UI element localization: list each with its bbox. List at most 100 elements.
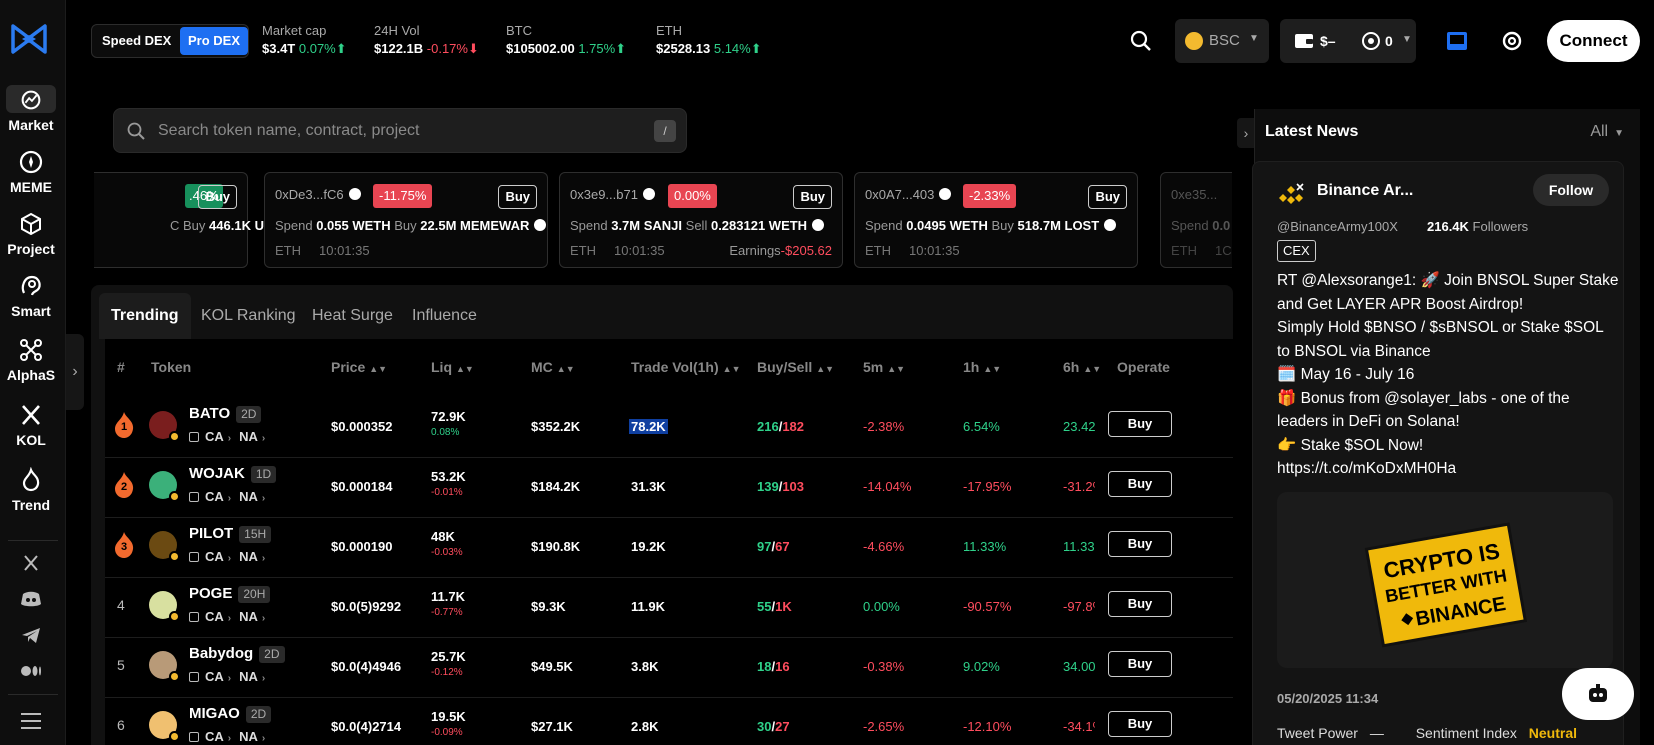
- rank-number: 2: [120, 481, 128, 493]
- sidebar-item-smart[interactable]: Smart: [0, 273, 62, 319]
- news-author[interactable]: Binance Ar...: [1317, 182, 1413, 200]
- table-row[interactable]: 1 BATO 2D CA › NA › $0.000352 72.9K 0.08% $35…: [105, 395, 1233, 458]
- ca-link[interactable]: CA: [205, 729, 224, 744]
- news-filter-dropdown[interactable]: All ▼: [1590, 123, 1624, 141]
- ticker-card[interactable]: 0xDe3...fC6 -11.75% Buy Spend 0.055 WETH…: [264, 172, 548, 268]
- search-input[interactable]: [158, 119, 618, 143]
- chain-selector[interactable]: BSC ▼: [1175, 19, 1269, 63]
- copy-icon[interactable]: [189, 432, 199, 442]
- table-row[interactable]: 6 MIGAO 2D CA › NA › $0.0(4)2714 19.5K -0.09%…: [105, 695, 1233, 745]
- sell-count: 182: [782, 419, 805, 434]
- chevron-right-icon: ›: [227, 553, 232, 564]
- wallet-dropdown[interactable]: $– 0 ▼: [1280, 19, 1416, 63]
- token-name[interactable]: BATO 2D: [189, 405, 262, 423]
- token-name[interactable]: Babydog 2D: [189, 645, 285, 663]
- ticker-trade: Spend 0.055 WETH Buy 22.5M MEMEWAR: [275, 218, 547, 233]
- col-buy-sell[interactable]: Buy/Sell ▲▼: [757, 359, 834, 375]
- ticker-card[interactable]: 0x0A7...403 -2.33% Buy Spend 0.0495 WETH…: [854, 172, 1138, 268]
- ticker-card[interactable]: .46% Buy C Buy 446.1K USDe: [94, 172, 307, 268]
- telegram-icon[interactable]: [18, 624, 44, 646]
- col-mc[interactable]: MC ▲▼: [531, 359, 575, 375]
- copy-icon[interactable]: [189, 732, 199, 742]
- copy-icon[interactable]: [189, 612, 199, 622]
- col-liq[interactable]: Liq ▲▼: [431, 359, 474, 375]
- tab-trending[interactable]: Trending: [99, 293, 191, 339]
- pro-dex-button[interactable]: Pro DEX: [180, 27, 248, 55]
- col-trade-vol[interactable]: Trade Vol(1h) ▲▼: [631, 359, 740, 375]
- ticker-card[interactable]: 0x3e9...b71 0.00% Buy Spend 3.7M SANJI S…: [559, 172, 843, 268]
- ca-link[interactable]: CA: [205, 429, 224, 444]
- table-row[interactable]: 3 PILOT 15H CA › NA › $0.000190 48K -0.03% $1…: [105, 515, 1233, 578]
- col-6h[interactable]: 6h ▲▼: [1063, 359, 1101, 375]
- sidebar-item-market[interactable]: Market: [0, 85, 62, 133]
- ca-link[interactable]: CA: [205, 669, 224, 684]
- row-buy-button[interactable]: Buy: [1108, 531, 1172, 557]
- na-link[interactable]: NA: [239, 669, 258, 684]
- news-collapse-button[interactable]: ›: [1237, 118, 1255, 148]
- col-price[interactable]: Price ▲▼: [331, 359, 387, 375]
- sidebar-item-kol[interactable]: KOL: [0, 402, 62, 448]
- col-1h[interactable]: 1h ▲▼: [963, 359, 1001, 375]
- follow-button[interactable]: Follow: [1533, 174, 1609, 206]
- token-name[interactable]: POGE 20H: [189, 585, 271, 603]
- row-buy-button[interactable]: Buy: [1108, 651, 1172, 677]
- copy-icon[interactable]: [189, 672, 199, 682]
- row-buy-button[interactable]: Buy: [1108, 711, 1172, 737]
- ticker-buy-button[interactable]: Buy: [198, 185, 237, 209]
- row-buy-button[interactable]: Buy: [1108, 591, 1172, 617]
- connect-button[interactable]: Connect: [1547, 20, 1640, 62]
- panel-toggle-icon[interactable]: [1445, 29, 1469, 53]
- row-buy-button[interactable]: Buy: [1108, 471, 1172, 497]
- ticker-buy-button[interactable]: Buy: [498, 185, 537, 209]
- na-link[interactable]: NA: [239, 609, 258, 624]
- na-link[interactable]: NA: [239, 489, 258, 504]
- na-link[interactable]: NA: [239, 429, 258, 444]
- discord-icon[interactable]: [18, 588, 44, 610]
- chevron-right-icon: ›: [261, 553, 266, 564]
- table-row[interactable]: 2 WOJAK 1D CA › NA › $0.000184 53.2K -0.01% $…: [105, 455, 1233, 518]
- copy-icon[interactable]: [189, 492, 199, 502]
- sidebar-expand-button[interactable]: ›: [66, 334, 84, 410]
- speed-dex-button[interactable]: Speed DEX: [94, 27, 179, 55]
- news-link[interactable]: https://t.co/mKoDxMH0Ha: [1277, 457, 1617, 481]
- stat-change: 1.75%: [578, 41, 616, 56]
- sidebar-item-meme[interactable]: MEME: [0, 149, 62, 195]
- copy-icon[interactable]: [189, 552, 199, 562]
- tab-heat-surge[interactable]: Heat Surge: [312, 293, 393, 339]
- ticker-buy-button[interactable]: Buy: [1088, 185, 1127, 209]
- sidebar-item-label: AlphaS: [6, 367, 56, 383]
- sidebar-item-alphas[interactable]: AlphaS: [0, 337, 62, 383]
- na-link[interactable]: NA: [239, 729, 258, 744]
- filter-label: All: [1590, 123, 1609, 140]
- news-image[interactable]: CRYPTO IS BETTER WITH BINANCE: [1277, 492, 1613, 668]
- menu-icon[interactable]: [18, 710, 44, 732]
- token-name[interactable]: PILOT 15H: [189, 525, 272, 543]
- ticker-buy-button[interactable]: Buy: [793, 185, 832, 209]
- tab-kol-ranking[interactable]: KOL Ranking: [201, 293, 296, 339]
- na-link[interactable]: NA: [239, 549, 258, 564]
- settings-icon[interactable]: [1500, 29, 1524, 53]
- ticker-card[interactable]: 0xe35... Spend 0.0 ETH 1C: [1160, 172, 1232, 268]
- sidebar-item-trend[interactable]: Trend: [0, 467, 62, 513]
- chatbot-button[interactable]: [1562, 668, 1634, 720]
- ca-link[interactable]: CA: [205, 609, 224, 624]
- tab-influence[interactable]: Influence: [412, 293, 477, 339]
- rank-number: 6: [117, 717, 125, 733]
- rank-number: 4: [117, 597, 125, 613]
- col-5m[interactable]: 5m ▲▼: [863, 359, 905, 375]
- token-buy-sell: 30/27: [757, 719, 790, 734]
- chevron-right-icon: ›: [261, 673, 266, 684]
- token-name[interactable]: MIGAO 2D: [189, 705, 272, 723]
- ca-link[interactable]: CA: [205, 549, 224, 564]
- token-name[interactable]: WOJAK 1D: [189, 465, 277, 483]
- app-logo-icon[interactable]: [10, 20, 48, 58]
- sidebar-item-project[interactable]: Project: [0, 211, 62, 257]
- ca-link[interactable]: CA: [205, 489, 224, 504]
- token-avatar: [149, 531, 180, 562]
- row-buy-button[interactable]: Buy: [1108, 411, 1172, 437]
- table-row[interactable]: 5 Babydog 2D CA › NA › $0.0(4)4946 25.7K -0.1…: [105, 635, 1233, 698]
- table-row[interactable]: 4 POGE 20H CA › NA › $0.0(5)9292 11.7K -0.77%…: [105, 575, 1233, 638]
- medium-icon[interactable]: [18, 660, 44, 682]
- twitter-x-icon[interactable]: [18, 552, 44, 574]
- search-icon[interactable]: [1128, 28, 1154, 54]
